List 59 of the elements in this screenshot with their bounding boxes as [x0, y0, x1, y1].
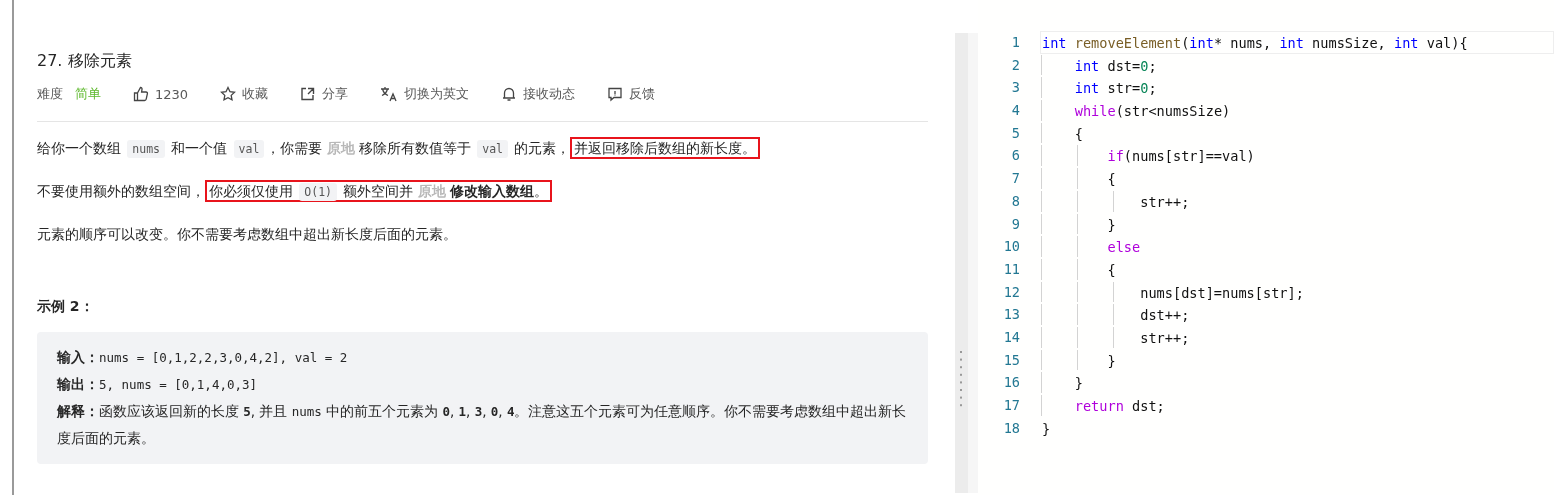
code-line: {	[1040, 167, 1554, 190]
line-number: 16	[1002, 373, 1021, 393]
difficulty-value: 简单	[75, 85, 101, 103]
subscribe-button[interactable]: 接收动态	[501, 85, 576, 103]
code-line: {	[1040, 121, 1554, 145]
line-number: 18	[1002, 418, 1021, 438]
share-icon	[300, 86, 317, 102]
line-number: 12	[1002, 282, 1021, 302]
translate-icon	[380, 86, 399, 102]
code-line: else	[1040, 235, 1554, 258]
grip-icon	[960, 351, 963, 407]
code-line: if(nums[str]==val)	[1040, 144, 1554, 168]
bell-icon	[501, 86, 518, 102]
code-line: return dst;	[1040, 394, 1554, 417]
star-icon	[220, 86, 237, 102]
feedback-button[interactable]: 反馈	[607, 85, 656, 103]
line-number: 15	[1002, 350, 1021, 370]
code-line: int str=0;	[1040, 76, 1554, 100]
code-line: str++;	[1040, 189, 1554, 213]
line-number: 14	[1002, 327, 1021, 347]
difficulty-label: 难度	[37, 85, 63, 103]
line-number: 7	[1010, 169, 1021, 189]
description-text: 元素的顺序可以改变。你不需要考虑数组中超出新长度后面的元素。	[37, 225, 458, 244]
line-number: 3	[1010, 78, 1021, 98]
example-text: 解释：函数应该返回新的长度 5, 并且 nums 中的前五个元素为 0, 1, 3, 0, 4。注意这五个元素可为任意顺序。你不需要考虑数组中超出新长度后面的元素。	[57, 402, 908, 448]
share-button[interactable]: 分享	[300, 85, 349, 103]
line-number: 17	[1002, 396, 1021, 415]
code-line: dst++;	[1040, 303, 1554, 326]
problem-title: 27. 移除元素	[37, 50, 133, 72]
line-number: 5	[1010, 123, 1021, 143]
thumbs-up-icon	[133, 86, 149, 102]
line-number: 11	[1002, 259, 1021, 279]
line-number: 13	[1002, 305, 1021, 325]
code-line: }	[1040, 348, 1554, 372]
code-line: }	[1041, 419, 1052, 439]
code-line: int dst=0;	[1040, 53, 1554, 77]
code-line: nums[dst]=nums[str];	[1040, 280, 1554, 304]
code-line: }	[1040, 371, 1554, 394]
description-text: 给你一个数组 nums 和一个值 val ，你需要 原地 移除所有数值等于 val 的元素， 并返回移除后数组的新长度。	[37, 136, 928, 161]
like-button[interactable]: 1230	[133, 86, 189, 102]
line-number: 6	[1010, 146, 1021, 166]
code-line: {	[1040, 257, 1554, 281]
panel-splitter[interactable]	[955, 33, 978, 493]
line-number: 10	[1002, 237, 1021, 257]
line-number: 2	[1010, 55, 1021, 75]
line-number: 8	[1010, 191, 1021, 211]
message-icon	[607, 86, 624, 102]
favorite-button[interactable]: 收藏	[220, 85, 269, 103]
code-line: while(str<numsSize)	[1040, 99, 1554, 122]
code-line: str++;	[1040, 325, 1554, 349]
line-number: 9	[1010, 214, 1021, 234]
example-text: 输出：5, nums = [0,1,4,0,3]	[57, 375, 259, 394]
translate-button[interactable]: 切换为英文	[380, 85, 470, 103]
example-text: 输入：nums = [0,1,2,2,3,0,4,2], val = 2	[57, 348, 349, 367]
line-number: 4	[1010, 101, 1021, 121]
description-text: 不要使用额外的数组空间， 你必须仅使用 O(1) 额外空间并 原地 修改输入数组。	[37, 179, 928, 204]
code-line: }	[1040, 212, 1554, 236]
example-heading: 示例 2：	[37, 298, 95, 316]
line-number: 1	[1010, 33, 1021, 52]
